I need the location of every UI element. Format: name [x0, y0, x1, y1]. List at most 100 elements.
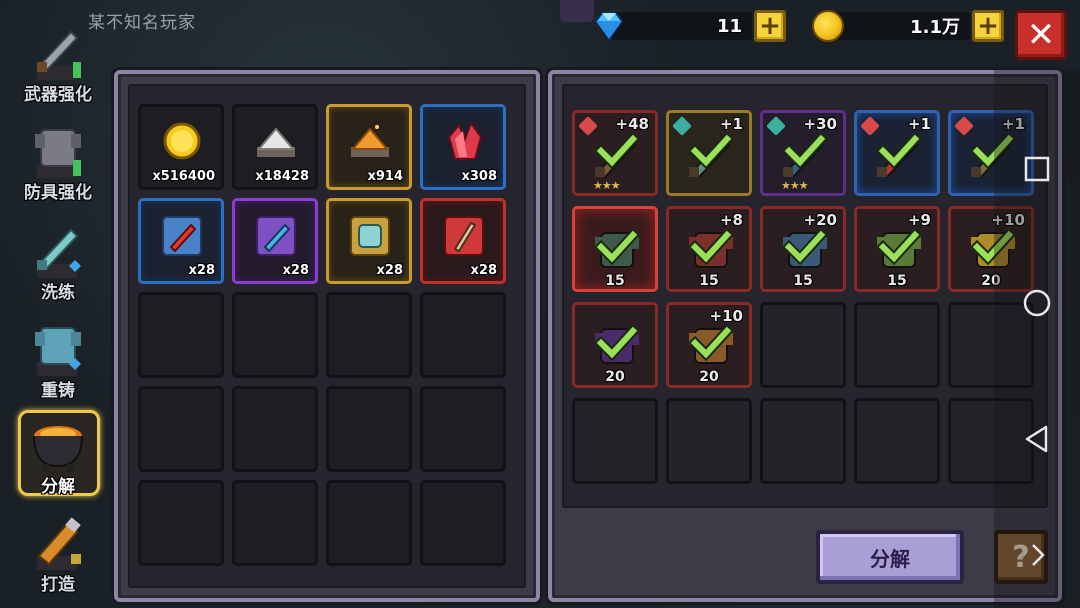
sidebar-item-armor-upgrade[interactable]: 防具强化: [10, 120, 106, 212]
material-count: x308: [461, 169, 497, 184]
equipment-slot[interactable]: +48 ★★★: [572, 110, 658, 196]
enhance-level: +20: [803, 211, 837, 229]
empty-material-slot[interactable]: [326, 292, 412, 378]
empty-material-slot[interactable]: [138, 386, 224, 472]
system-nav-bar: [994, 70, 1080, 608]
recent-apps-icon[interactable]: [1022, 154, 1052, 184]
recast-armor-icon: [35, 327, 81, 376]
equipment-slot[interactable]: +9 15: [854, 206, 940, 292]
red-crystal-icon: [447, 120, 483, 160]
material-count: x914: [367, 169, 403, 184]
enhance-level: +30: [803, 115, 837, 133]
empty-material-slot[interactable]: [232, 292, 318, 378]
star-rating: ★★★: [781, 179, 809, 192]
sidebar-item-recast[interactable]: 重铸: [10, 318, 106, 410]
material-slot[interactable]: x18428: [232, 104, 318, 190]
selected-check-icon: [783, 229, 827, 265]
material-slot[interactable]: x914: [326, 104, 412, 190]
material-slot[interactable]: x28: [326, 198, 412, 284]
sidebar-item-weapon-upgrade[interactable]: 武器强化: [10, 22, 106, 114]
material-count: x28: [282, 263, 309, 278]
enhance-level: +48: [615, 115, 649, 133]
silver-ore-pile-icon: [256, 127, 296, 157]
cauldron-icon: [33, 426, 83, 472]
gems-counter: 11 +: [592, 10, 786, 42]
selected-check-icon: [783, 133, 827, 169]
equipment-slot[interactable]: +20 15: [760, 206, 846, 292]
selected-check-icon: [689, 229, 733, 265]
add-gems-button[interactable]: +: [754, 10, 786, 42]
top-gem-tab: [560, 0, 594, 22]
gold-value: 1.1万: [830, 12, 970, 40]
blue-weapon-blueprint-icon: [256, 216, 296, 256]
material-slot[interactable]: x516400: [138, 104, 224, 190]
empty-material-slot[interactable]: [138, 480, 224, 566]
reforge-sword-icon: [37, 228, 81, 278]
sidebar-item-forge[interactable]: 打造: [10, 512, 106, 604]
empty-equipment-slot[interactable]: [572, 398, 658, 484]
equipment-slot[interactable]: +10 20: [666, 302, 752, 388]
material-slot[interactable]: x28: [232, 198, 318, 284]
empty-material-slot[interactable]: [232, 480, 318, 566]
material-slot[interactable]: x28: [138, 198, 224, 284]
empty-material-slot[interactable]: [326, 480, 412, 566]
empty-equipment-slot[interactable]: [854, 302, 940, 388]
material-slot[interactable]: x308: [420, 104, 506, 190]
empty-material-slot[interactable]: [420, 480, 506, 566]
orange-ore-pile-icon: [350, 125, 390, 157]
red-staff-blueprint-icon: [444, 216, 484, 256]
equipment-slot[interactable]: +8 15: [666, 206, 752, 292]
empty-equipment-slot[interactable]: [666, 398, 752, 484]
empty-material-slot[interactable]: [138, 292, 224, 378]
enhance-level: +1: [719, 115, 743, 133]
equipment-slot[interactable]: +1: [854, 110, 940, 196]
gems-value: 11: [612, 12, 752, 40]
empty-material-slot[interactable]: [326, 386, 412, 472]
equipment-slot[interactable]: +30 ★★★: [760, 110, 846, 196]
forge-hammer-icon: [37, 517, 81, 570]
material-count: x28: [188, 263, 215, 278]
add-gold-button[interactable]: +: [972, 10, 1004, 42]
diamond-icon: [594, 12, 624, 41]
material-slot[interactable]: x28: [420, 198, 506, 284]
item-number: 15: [793, 273, 813, 289]
enhance-level: +1: [907, 115, 931, 133]
red-sword-blueprint-icon: [162, 216, 202, 256]
enhance-level: +8: [719, 211, 743, 229]
close-button[interactable]: ✕: [1015, 10, 1067, 60]
sword-upgrade-icon: [37, 30, 81, 80]
empty-material-slot[interactable]: [420, 292, 506, 378]
sidebar-item-label: 分解: [41, 477, 75, 497]
decompose-button[interactable]: 分解: [816, 530, 964, 584]
selected-check-icon: [877, 133, 921, 169]
empty-material-slot[interactable]: [232, 386, 318, 472]
empty-equipment-slot[interactable]: [854, 398, 940, 484]
enhance-level: +9: [907, 211, 931, 229]
gold-coin-icon: [163, 122, 201, 160]
item-number: 20: [605, 369, 625, 385]
equipment-slot[interactable]: 15: [572, 206, 658, 292]
sidebar-item-decompose[interactable]: 分解: [10, 410, 106, 502]
armor-blueprint-icon: [350, 216, 390, 256]
equipment-slot[interactable]: 20: [572, 302, 658, 388]
selected-check-icon: [595, 325, 639, 361]
item-number: 15: [605, 273, 625, 289]
chevron-right-icon[interactable]: [1028, 540, 1048, 570]
coin-icon: [812, 10, 844, 42]
home-icon[interactable]: [1022, 288, 1052, 318]
empty-material-slot[interactable]: [420, 386, 506, 472]
empty-equipment-slot[interactable]: [760, 302, 846, 388]
empty-equipment-slot[interactable]: [760, 398, 846, 484]
equipment-slot[interactable]: +1: [666, 110, 752, 196]
item-number: 15: [887, 273, 907, 289]
selected-check-icon: [877, 229, 921, 265]
enhance-level: +10: [709, 307, 743, 325]
gold-counter: 1.1万 +: [812, 10, 1004, 42]
armor-upgrade-icon: [35, 129, 81, 178]
back-icon[interactable]: [1022, 424, 1052, 454]
material-count: x516400: [152, 169, 215, 184]
sidebar-item-reforge[interactable]: 洗练: [10, 220, 106, 312]
material-count: x28: [376, 263, 403, 278]
selected-check-icon: [595, 229, 639, 265]
selected-check-icon: [595, 133, 639, 169]
